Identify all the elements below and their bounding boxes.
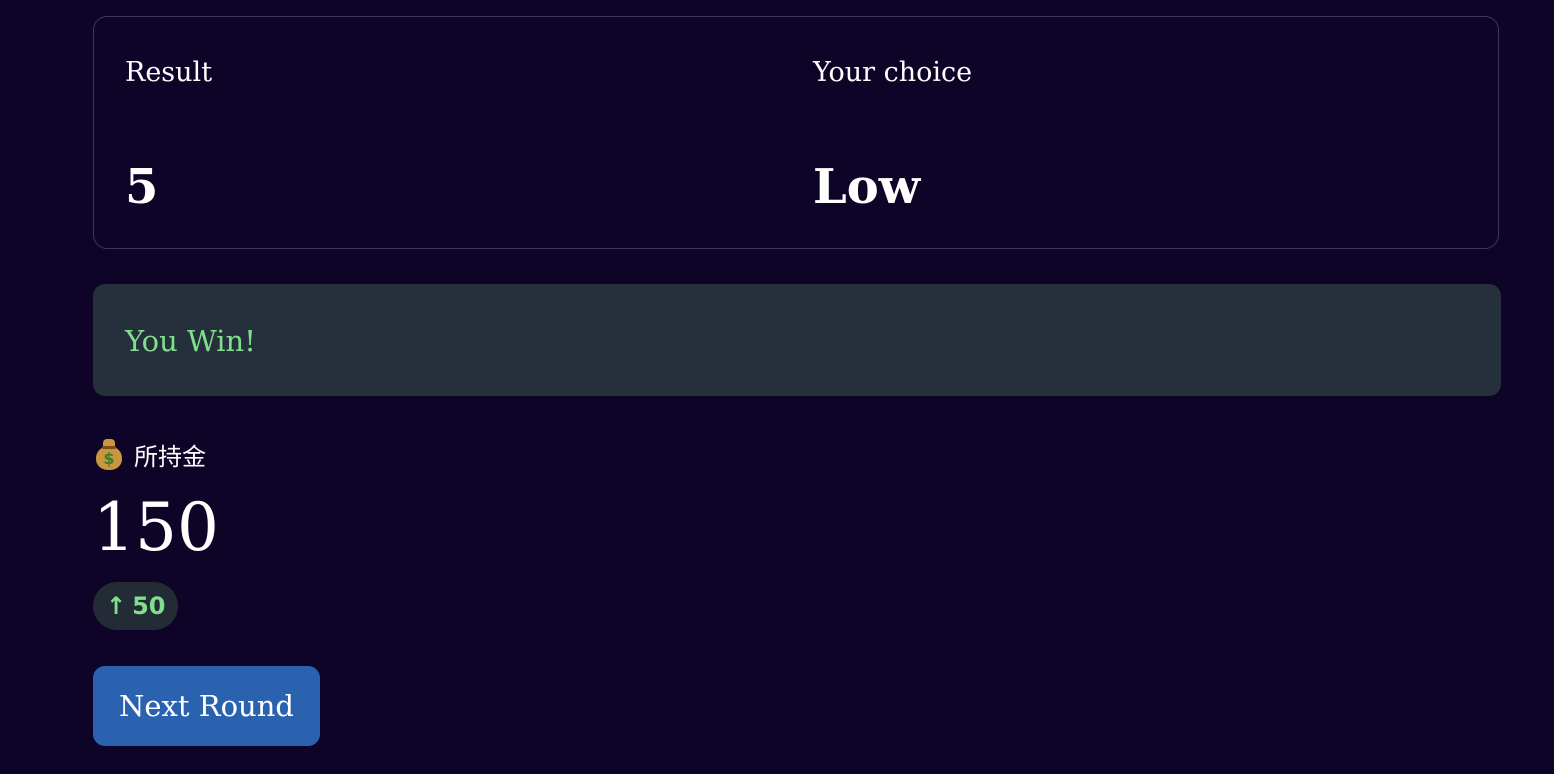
result-card: Result 5 Your choice Low [93, 16, 1499, 249]
next-round-button[interactable]: Next Round [93, 666, 320, 746]
arrow-up-icon: ↑ [106, 592, 127, 620]
result-label: Result [125, 57, 213, 88]
balance-value: 150 [93, 489, 219, 566]
choice-value: Low [813, 159, 921, 215]
balance-label-row: $ 所持金 [96, 436, 206, 472]
outcome-banner: You Win! [93, 284, 1501, 396]
balance-delta-badge: ↑ 50 [93, 582, 178, 630]
result-value: 5 [125, 159, 159, 215]
balance-label: 所持金 [134, 442, 206, 471]
outcome-message: You Win! [125, 324, 256, 358]
choice-label: Your choice [813, 57, 973, 88]
balance-delta-value: 50 [132, 592, 166, 620]
moneybag-icon: $ [96, 438, 122, 470]
